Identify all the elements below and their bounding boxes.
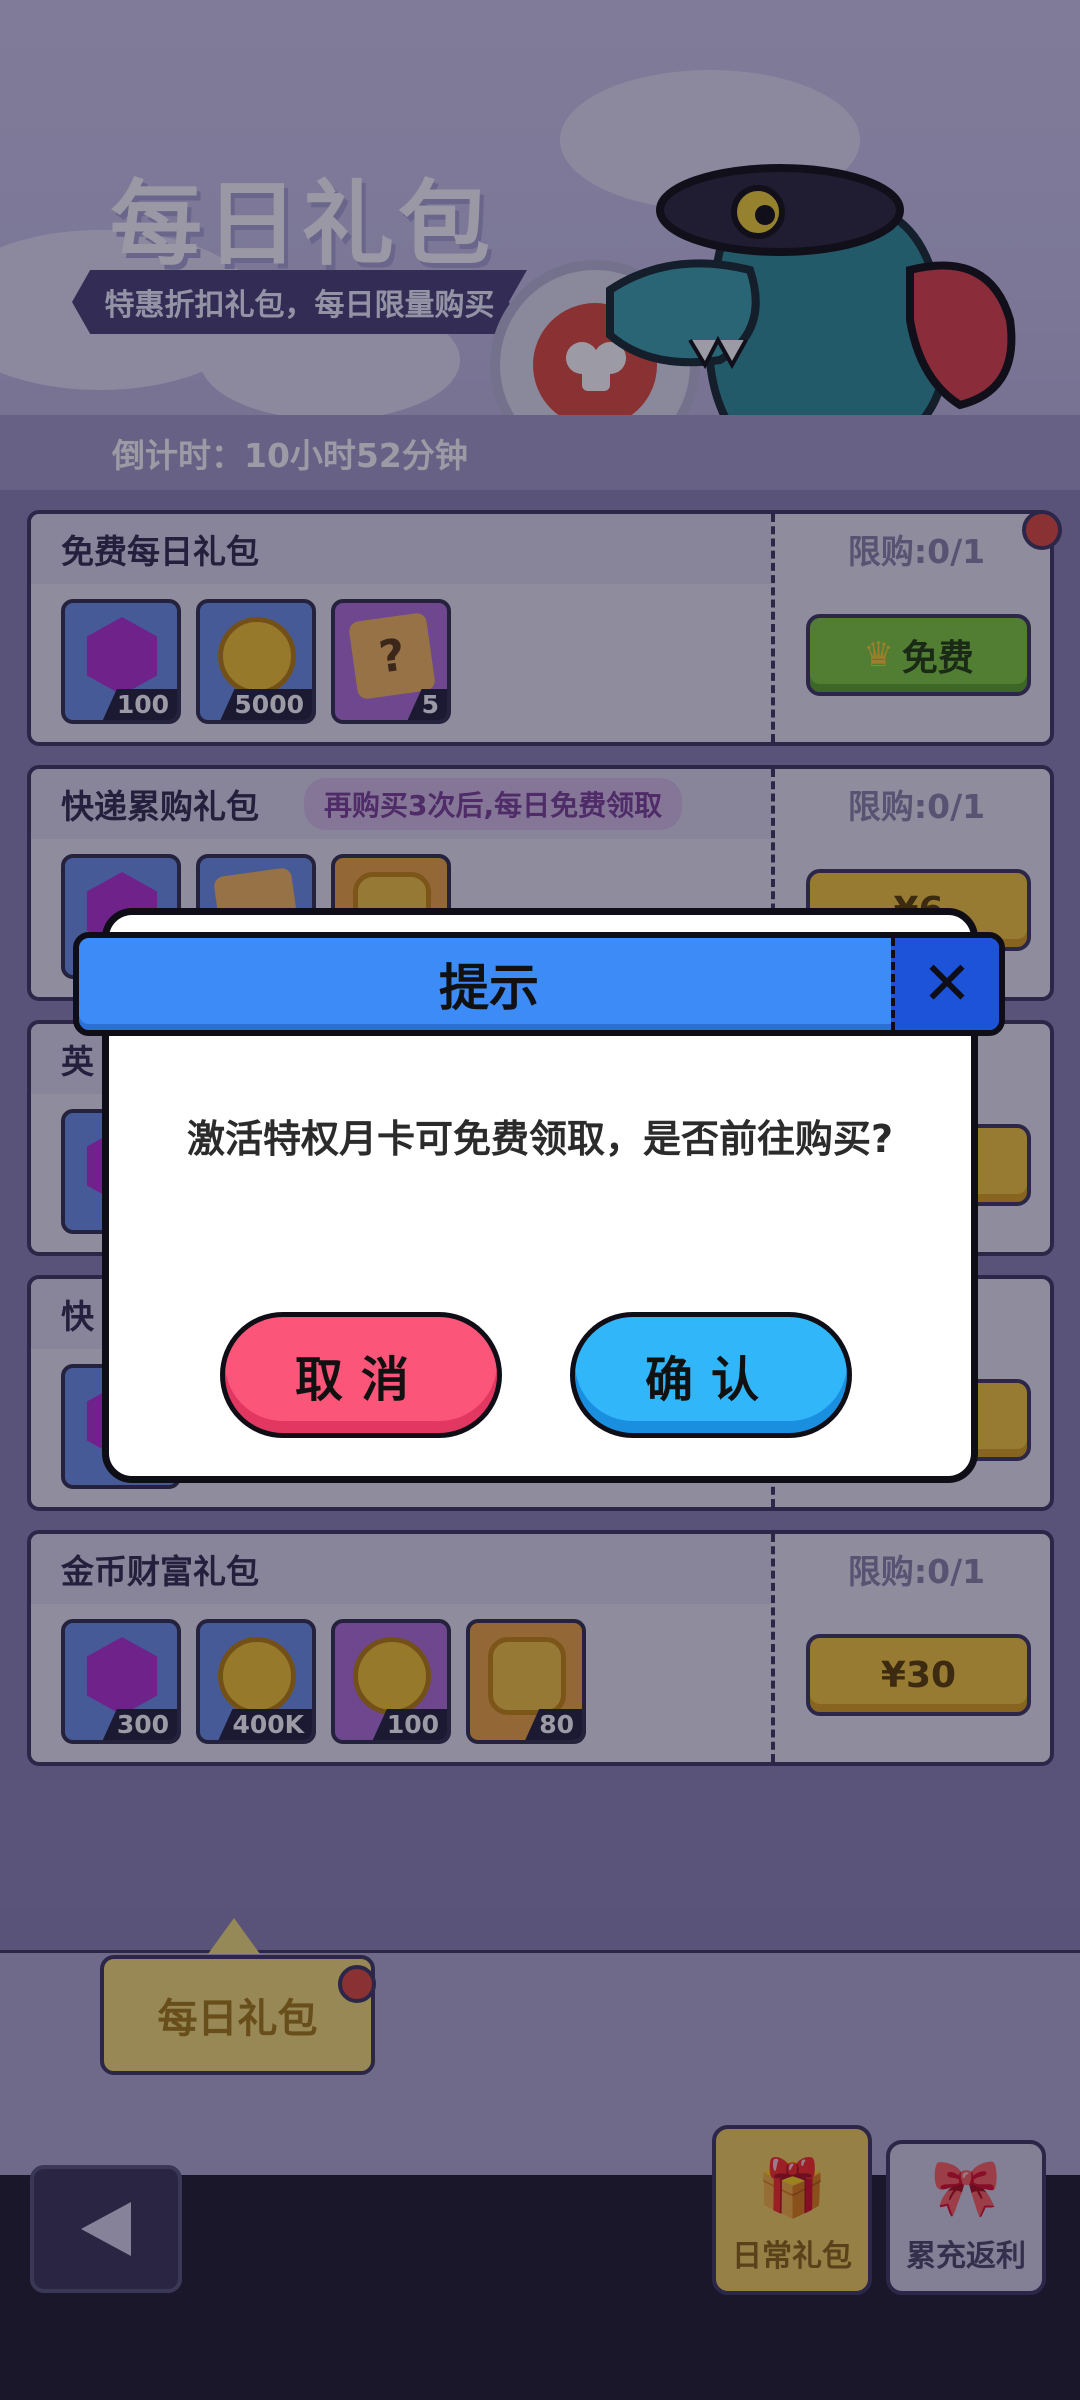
close-icon: ✕ — [921, 949, 973, 1019]
confirm-button[interactable]: 确认 — [570, 1312, 852, 1438]
dialog-title: 提示 — [439, 959, 539, 1017]
dialog-message: 激活特权月卡可免费领取，是否前往购买? — [186, 1117, 894, 1161]
close-button[interactable]: ✕ — [891, 938, 999, 1030]
app-root: 每日礼包 特惠折扣礼包，每日限量购买 倒计时：10小时52分钟 免费每日礼包 限… — [0, 0, 1080, 2400]
dialog-header: 提示 ✕ — [73, 932, 1005, 1036]
cancel-button[interactable]: 取消 — [220, 1312, 502, 1438]
